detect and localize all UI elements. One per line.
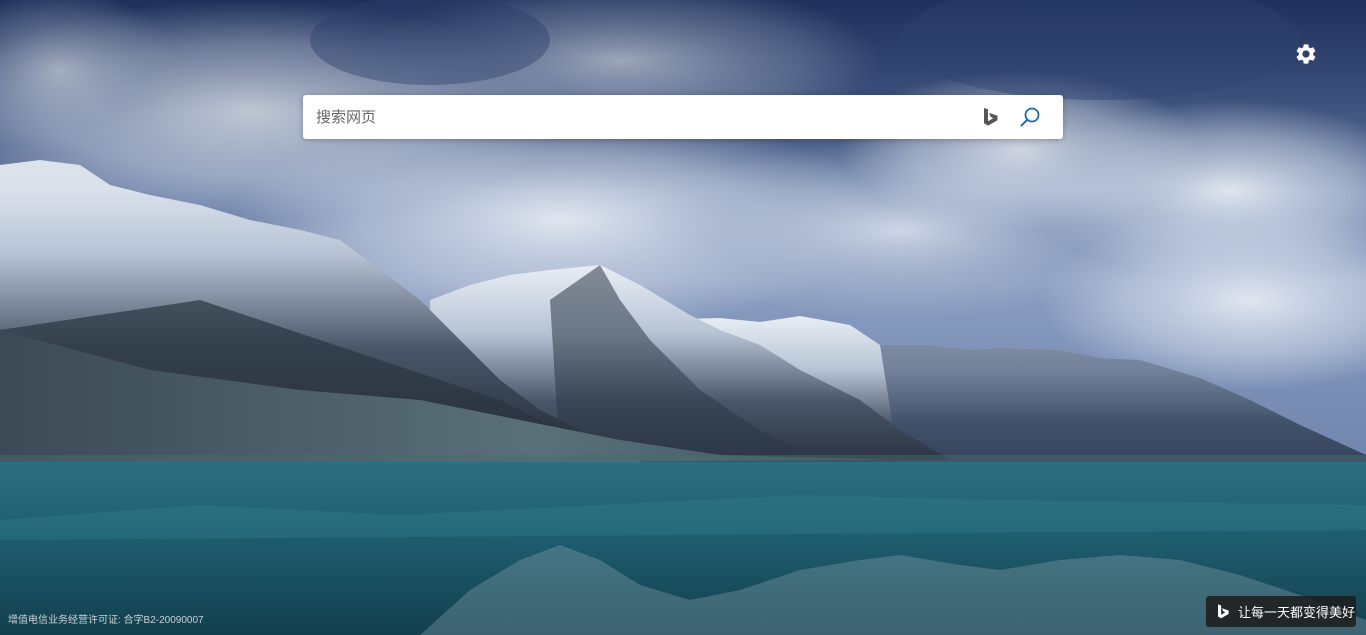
- gear-icon: [1296, 44, 1316, 64]
- search-box: [303, 95, 1063, 139]
- search-icon: [1020, 107, 1040, 127]
- search-input[interactable]: [303, 95, 979, 139]
- settings-button[interactable]: [1292, 40, 1320, 68]
- slogan-badge[interactable]: 让每一天都变得美好: [1206, 596, 1356, 627]
- bing-logo-icon: [1216, 604, 1230, 620]
- bing-visual-search-button[interactable]: [979, 105, 1003, 129]
- slogan-text: 让每一天都变得美好: [1238, 605, 1356, 620]
- bing-homepage: 增值电信业务经营许可证: 合字B2-20090007 让每一天都变得美好: [0, 0, 1366, 635]
- bing-logo-icon: [984, 108, 998, 126]
- search-button[interactable]: [1017, 104, 1043, 130]
- license-text[interactable]: 增值电信业务经营许可证: 合字B2-20090007: [8, 611, 204, 626]
